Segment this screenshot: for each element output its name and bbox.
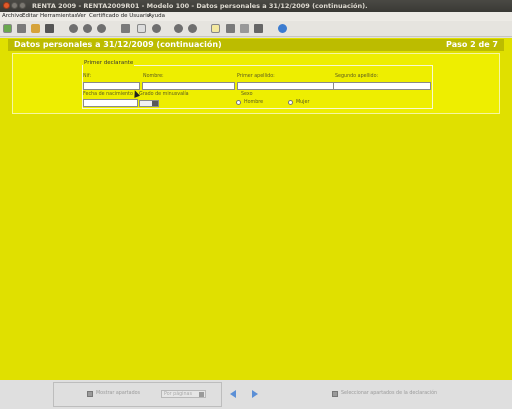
primer-apellido-input[interactable] [237,82,334,90]
maximize-window-icon[interactable] [19,2,26,9]
sexo-label: Sexo [241,92,253,97]
table-icon[interactable] [254,24,263,33]
section-header: Datos personales a 31/12/2009 (continuac… [8,39,504,51]
nif-label: Nif: [83,74,92,79]
next-arrow-icon[interactable] [252,390,258,398]
print-icon[interactable] [17,24,26,33]
seleccionar-apartados-checkbox[interactable] [332,391,338,397]
radio-mujer[interactable] [288,100,293,105]
nombre-input[interactable] [142,82,235,90]
page-icon[interactable] [137,24,146,33]
gray-circle-icon[interactable] [97,24,106,33]
menu-ver[interactable]: Ver [77,12,86,21]
nombre-label: Nombre: [143,74,164,79]
mostrar-apartados-label: Mostrar apartados [96,391,141,396]
seleccionar-apartados-label: Seleccionar apartados de la declaración [341,391,438,396]
folder-icon[interactable] [31,24,40,33]
bottom-bar: Mostrar apartados Por páginas Selecciona… [0,380,512,409]
pages-select-value: Por páginas [164,392,192,397]
window-title: RENTA 2009 - RENTA2009R01 - Modelo 100 -… [32,2,368,10]
toolbar [0,21,512,37]
mujer-label: Mujer [296,100,310,105]
save-icon[interactable] [45,24,54,33]
menu-bar: Archivo Editar Herramientas Ver Certific… [0,12,512,21]
previous-arrow-icon[interactable] [230,390,236,398]
content-area: Datos personales a 31/12/2009 (continuac… [0,38,512,380]
calculator-icon[interactable] [121,24,130,33]
section-title: Datos personales a 31/12/2009 (continuac… [14,40,222,49]
app-icon[interactable] [3,24,12,33]
nif-input[interactable] [83,82,140,90]
primer-apellido-label: Primer apellido: [237,74,275,79]
chevron-down-icon [199,392,204,397]
window-titlebar: RENTA 2009 - RENTA2009R01 - Modelo 100 -… [0,0,512,12]
chevron-down-icon[interactable] [152,101,158,106]
menu-certificado[interactable]: Certificado de Usuario [89,12,150,21]
pages-select[interactable]: Por páginas [161,390,206,398]
minimize-window-icon[interactable] [11,2,18,9]
gray-circle-icon[interactable] [69,24,78,33]
menu-editar[interactable]: Editar [22,12,38,21]
close-window-icon[interactable] [3,2,10,9]
fecha-nacimiento-input[interactable] [83,99,138,107]
menu-archivo[interactable]: Archivo [2,12,23,21]
hombre-label: Hombre [244,100,264,105]
gray-circle-icon[interactable] [83,24,92,33]
radio-hombre[interactable] [236,100,241,105]
minusvalia-label: Grado de minusvalía [139,92,189,97]
edit-icon[interactable] [211,24,220,33]
segundo-apellido-label: Segundo apellido: [335,74,379,79]
menu-herramientas[interactable]: Herramientas [40,12,77,21]
help-icon[interactable] [278,24,287,33]
mostrar-apartados-checkbox[interactable] [87,391,93,397]
segundo-apellido-input[interactable] [333,82,431,90]
grid-icon[interactable] [226,24,235,33]
gray-circle-icon[interactable] [188,24,197,33]
menu-ayuda[interactable]: Ayuda [148,12,165,21]
group-legend: Primer declarante [83,60,135,66]
table-icon[interactable] [240,24,249,33]
fecha-nacimiento-label: Fecha de nacimiento [83,92,133,97]
form-panel: Primer declarante Nif: Nombre: Primer ap… [12,53,500,114]
step-indicator: Paso 2 de 7 [446,40,498,49]
gray-circle-icon[interactable] [174,24,183,33]
gray-circle-icon[interactable] [152,24,161,33]
